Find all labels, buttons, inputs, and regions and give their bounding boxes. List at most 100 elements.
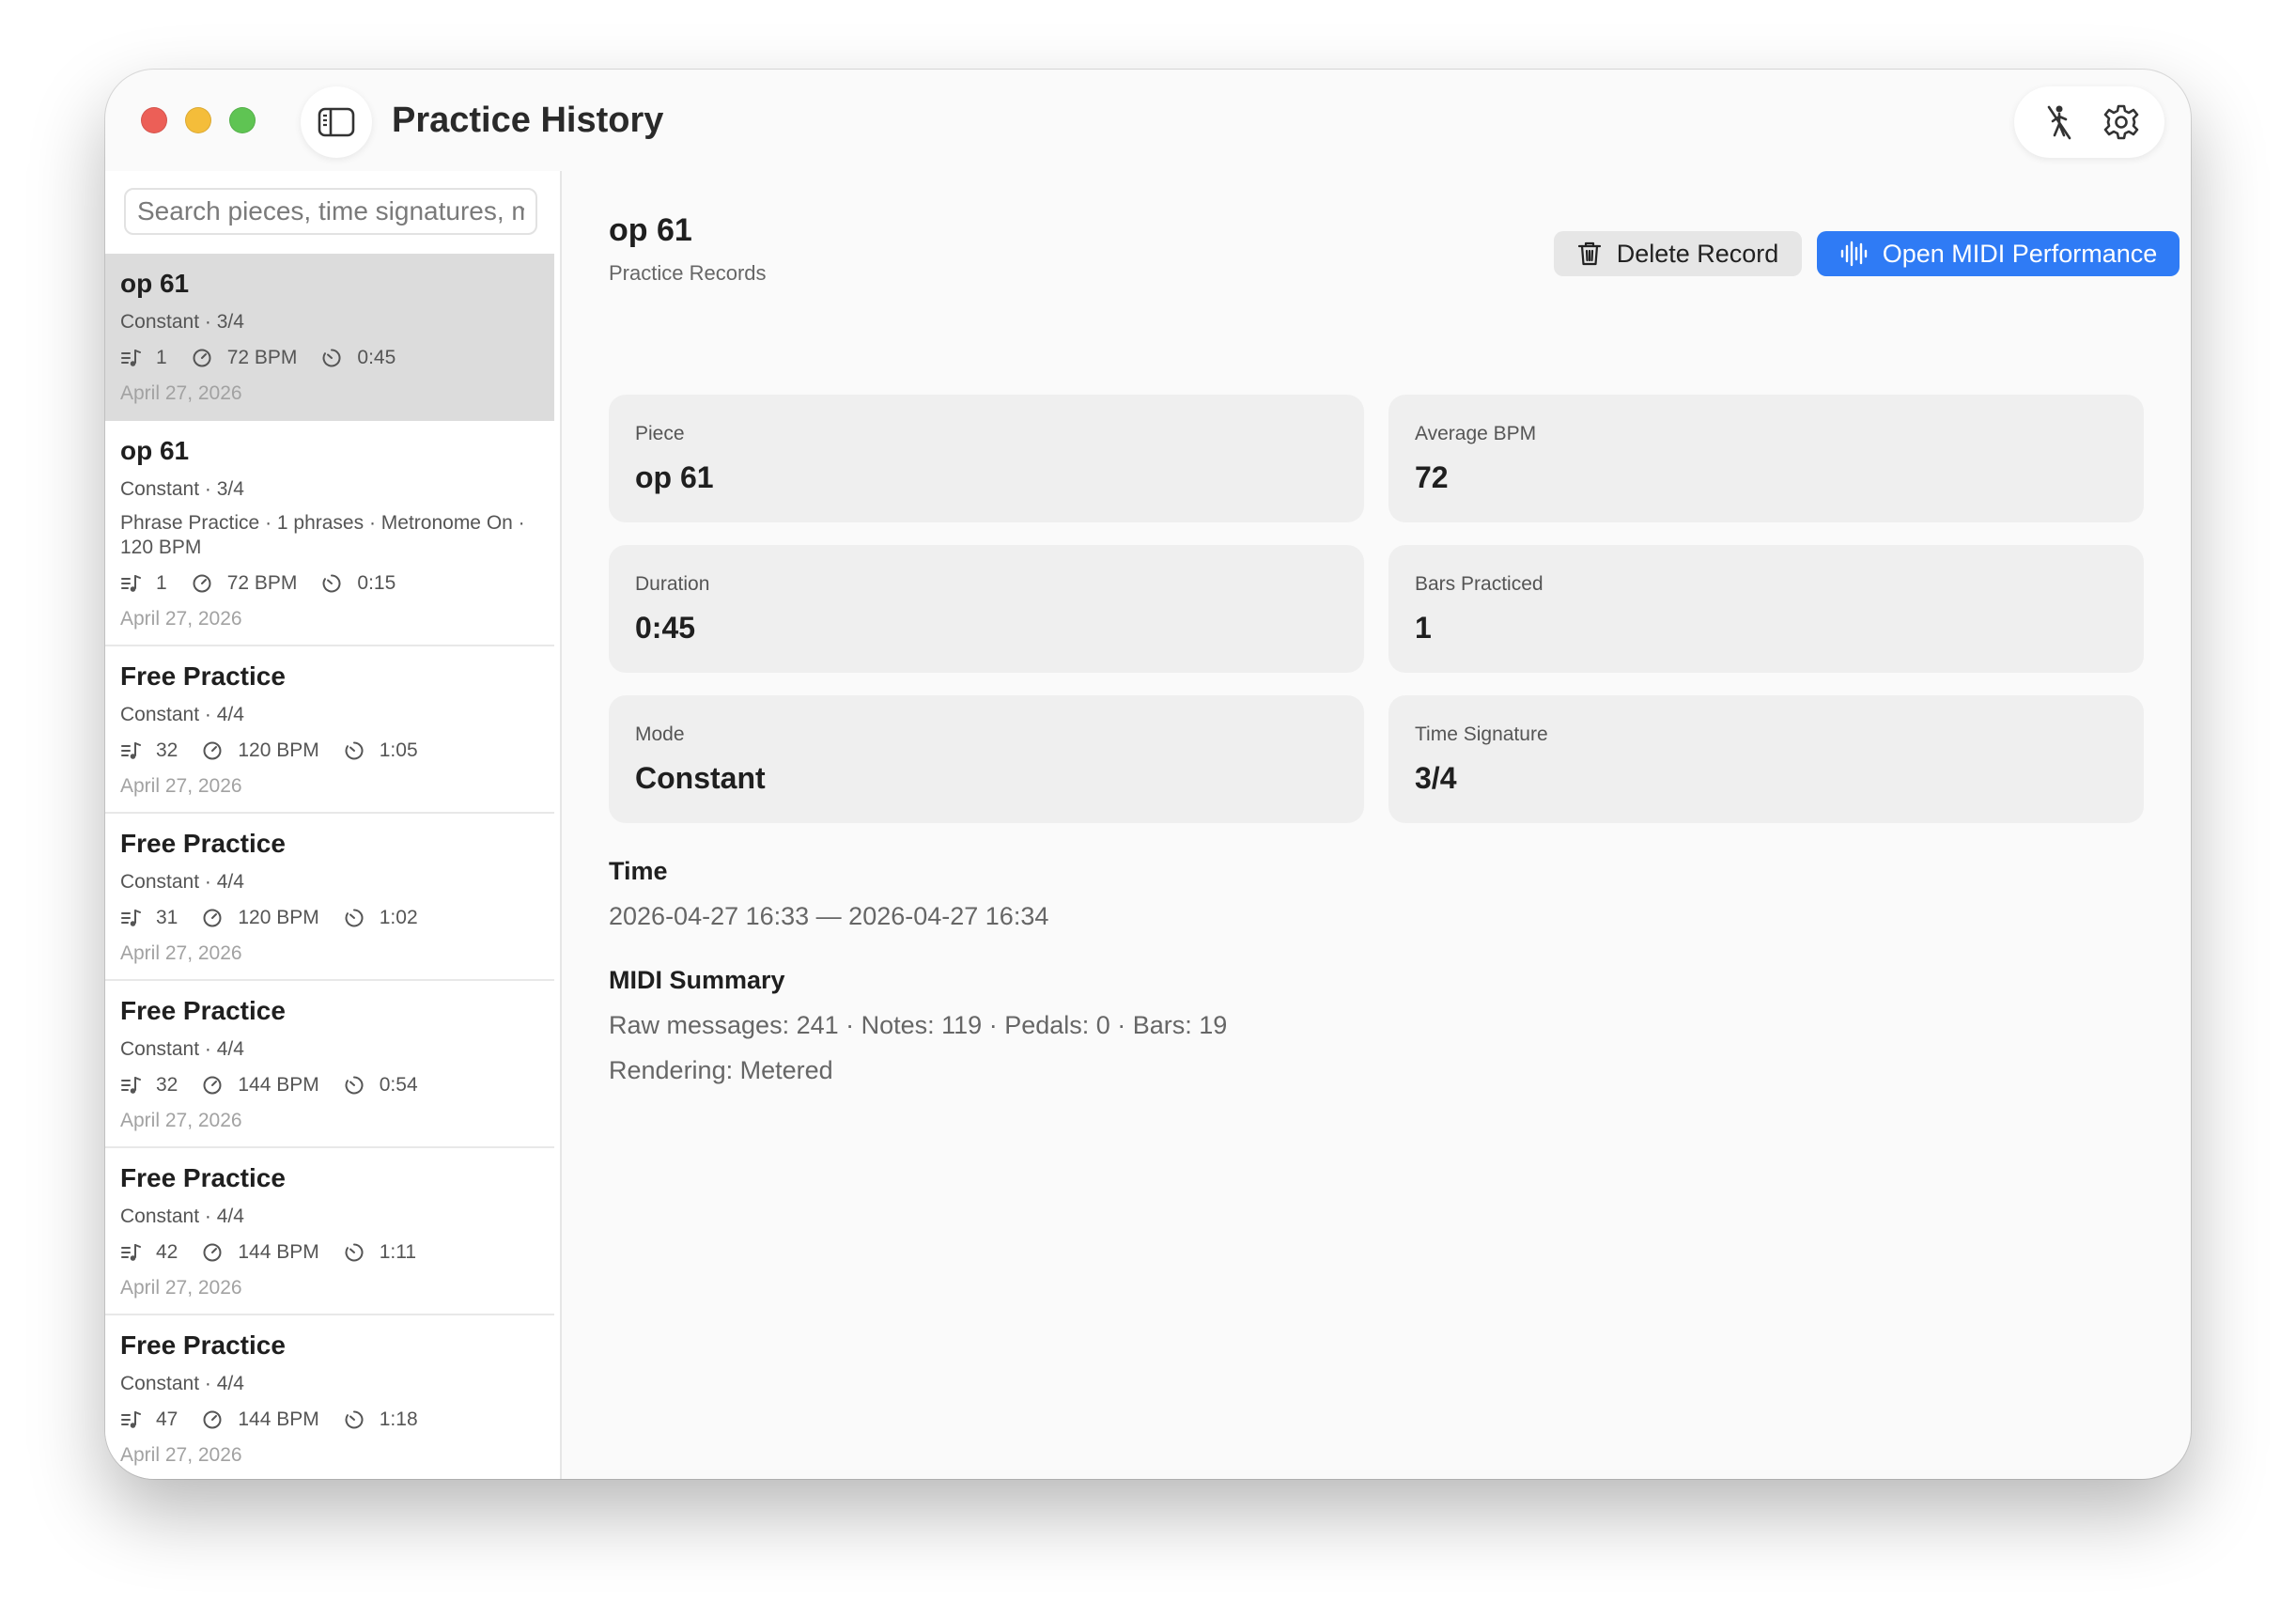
bars-count: 47 — [156, 1408, 178, 1430]
bpm-value: 144 BPM — [238, 1074, 319, 1096]
bpm-value: 144 BPM — [238, 1408, 319, 1430]
item-stats: 31 120 BPM 1:02 — [120, 904, 554, 932]
delete-record-button[interactable]: Delete Record — [1554, 231, 1802, 276]
bpm-value: 72 BPM — [226, 347, 298, 368]
close-window-button[interactable] — [141, 107, 167, 133]
delete-record-label: Delete Record — [1616, 239, 1779, 268]
bars-icon — [121, 742, 141, 759]
rendering-line: Rendering: Metered — [609, 1056, 833, 1084]
item-stats: 1 72 BPM 0:45 — [120, 344, 554, 372]
duration-value: 1:18 — [379, 1408, 418, 1430]
bars-icon — [121, 575, 141, 592]
item-date: April 27, 2026 — [120, 1444, 242, 1466]
time-value: 2026-04-27 16:33 — 2026-04-27 16:34 — [609, 902, 1049, 930]
bars-icon — [121, 910, 141, 926]
item-title: Free Practice — [120, 1330, 286, 1360]
item-subtitle: Constant · 4/4 — [120, 871, 244, 893]
item-subtitle: Constant · 3/4 — [120, 311, 244, 333]
card-value: 0:45 — [635, 611, 696, 645]
sidebar-toggle-button[interactable] — [301, 86, 372, 158]
piece-card: Piece op 61 — [609, 395, 1364, 522]
titlebar: Practice History — [105, 70, 2191, 171]
card-label: Piece — [635, 423, 685, 444]
card-value: 1 — [1415, 611, 1432, 645]
maximize-window-button[interactable] — [229, 107, 256, 133]
duration-value: 1:05 — [379, 739, 418, 761]
minimize-window-button[interactable] — [185, 107, 211, 133]
trash-icon — [1577, 241, 1601, 266]
sidebar-icon — [318, 107, 355, 137]
average-bpm-card: Average BPM 72 — [1388, 395, 2144, 522]
midi-summary-heading: MIDI Summary — [609, 966, 785, 994]
open-midi-performance-button[interactable]: Open MIDI Performance — [1817, 231, 2180, 276]
item-title: Free Practice — [120, 1163, 286, 1192]
timer-icon — [322, 574, 341, 593]
bars-count: 32 — [156, 1074, 178, 1096]
item-stats: 42 144 BPM 1:11 — [120, 1238, 554, 1267]
waveform-icon — [1840, 241, 1867, 267]
app-window: Practice History op 61 Constant · 3/4 — [105, 70, 2191, 1479]
gear-icon[interactable] — [2102, 103, 2140, 141]
item-stats: 1 72 BPM 0:15 — [120, 569, 554, 598]
card-label: Bars Practiced — [1415, 573, 1544, 595]
detail-subtitle: Practice Records — [609, 261, 767, 285]
card-label: Duration — [635, 573, 710, 595]
list-item[interactable]: Free Practice Constant · 4/4 32 120 BPM … — [105, 646, 554, 814]
record-list: op 61 Constant · 3/4 1 72 BPM 0:45 April… — [105, 254, 560, 1479]
midi-summary-line: Raw messages: 241 · Notes: 119 · Pedals:… — [609, 1011, 1228, 1039]
timer-icon — [345, 1076, 364, 1095]
metronome-off-icon[interactable] — [2040, 103, 2078, 141]
sidebar: op 61 Constant · 3/4 1 72 BPM 0:45 April… — [105, 171, 562, 1479]
list-item[interactable]: op 61 Constant · 3/4 Phrase Practice · 1… — [105, 421, 554, 646]
list-item[interactable]: Free Practice Constant · 4/4 31 120 BPM … — [105, 814, 554, 981]
item-date: April 27, 2026 — [120, 1110, 242, 1131]
item-subtitle: Constant · 4/4 — [120, 1373, 244, 1394]
gauge-icon — [193, 574, 211, 593]
timer-icon — [322, 349, 341, 367]
bars-practiced-card: Bars Practiced 1 — [1388, 545, 2144, 673]
gauge-icon — [203, 741, 222, 760]
item-date: April 27, 2026 — [120, 1277, 242, 1299]
list-item[interactable]: Free Practice Constant · 4/4 47 144 BPM … — [105, 1315, 554, 1479]
time-heading: Time — [609, 857, 668, 885]
detail-title: op 61 — [609, 212, 692, 248]
window-title: Practice History — [392, 101, 664, 140]
duration-value: 0:15 — [357, 572, 396, 594]
toolbar-actions — [2014, 86, 2164, 158]
list-item[interactable]: Free Practice Constant · 4/4 42 144 BPM … — [105, 1148, 554, 1315]
gauge-icon — [203, 1076, 222, 1095]
duration-value: 0:54 — [379, 1074, 418, 1096]
search-input[interactable] — [124, 188, 537, 235]
gauge-icon — [203, 1243, 222, 1262]
bpm-value: 120 BPM — [238, 739, 319, 761]
bars-count: 1 — [156, 572, 167, 594]
card-label: Time Signature — [1415, 723, 1548, 745]
gauge-icon — [193, 349, 211, 367]
timer-icon — [345, 1243, 364, 1262]
card-value: Constant — [635, 761, 766, 795]
open-midi-performance-label: Open MIDI Performance — [1882, 239, 2158, 268]
item-date: April 27, 2026 — [120, 942, 242, 964]
detail-pane: op 61 Practice Records Delete Record Ope… — [562, 171, 2191, 1479]
item-subtitle: Constant · 4/4 — [120, 704, 244, 725]
item-stats: 47 144 BPM 1:18 — [120, 1406, 554, 1434]
timer-icon — [345, 1410, 364, 1429]
duration-card: Duration 0:45 — [609, 545, 1364, 673]
duration-value: 0:45 — [357, 347, 396, 368]
card-value: 3/4 — [1415, 761, 1457, 795]
bars-count: 32 — [156, 739, 178, 761]
gauge-icon — [203, 909, 222, 927]
item-title: Free Practice — [120, 996, 286, 1025]
list-item[interactable]: Free Practice Constant · 4/4 32 144 BPM … — [105, 981, 554, 1148]
item-title: Free Practice — [120, 661, 286, 691]
item-date: April 27, 2026 — [120, 382, 242, 404]
card-value: op 61 — [635, 460, 714, 494]
item-subtitle: Constant · 4/4 — [120, 1038, 244, 1060]
bars-icon — [121, 1244, 141, 1261]
item-stats: 32 120 BPM 1:05 — [120, 737, 554, 765]
bars-icon — [121, 350, 141, 366]
item-subtitle: Constant · 4/4 — [120, 1206, 244, 1227]
item-title: op 61 — [120, 436, 190, 465]
timer-icon — [345, 909, 364, 927]
list-item[interactable]: op 61 Constant · 3/4 1 72 BPM 0:45 April… — [105, 254, 554, 421]
